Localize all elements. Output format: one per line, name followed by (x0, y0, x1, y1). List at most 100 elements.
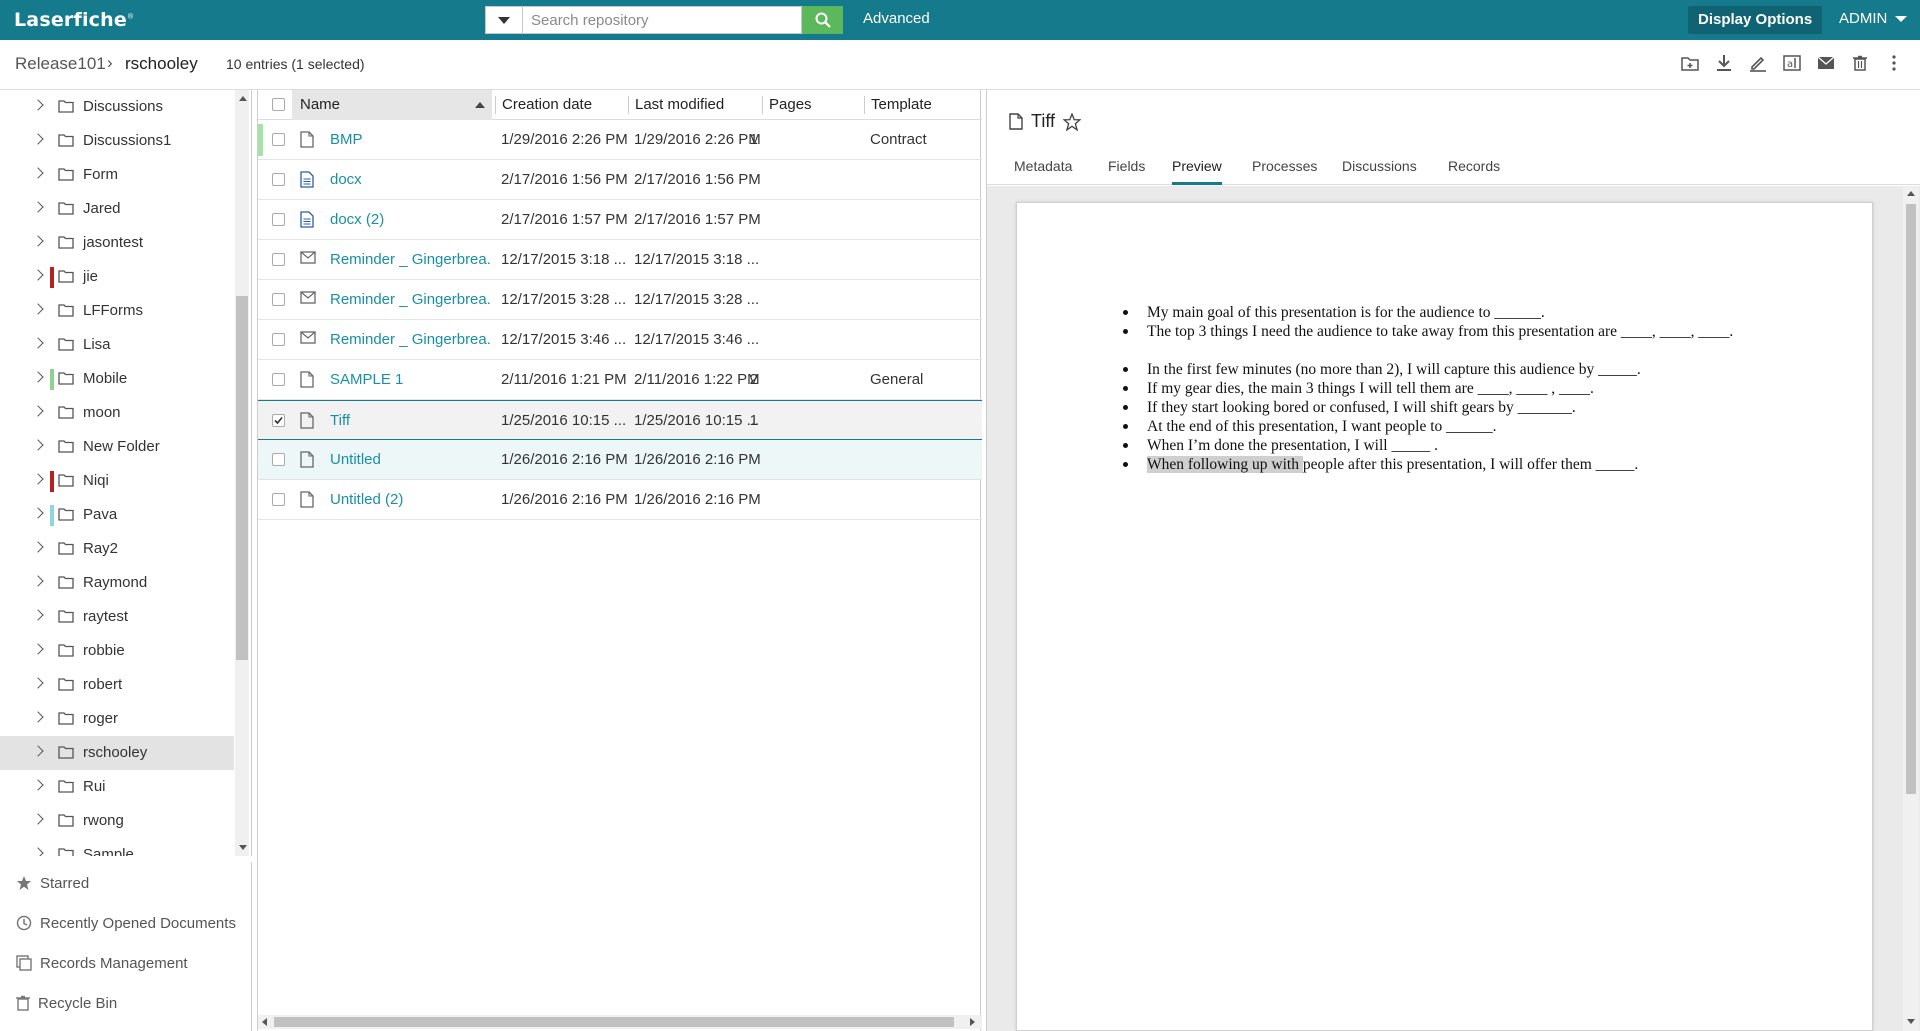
chevron-right-icon[interactable] (32, 303, 44, 315)
display-options-button[interactable]: Display Options (1688, 6, 1823, 34)
table-row[interactable]: Tiff 1/25/2016 10:15 ... 1/25/2016 10:15 .… (258, 400, 982, 440)
table-row[interactable]: Untitled (2) 1/26/2016 2:16 PM 1/26/2016 2… (258, 480, 982, 520)
table-row[interactable]: Reminder _ Gingerbrea... 12/17/2015 3:46 … (258, 320, 982, 360)
nav-starred[interactable]: Starred (16, 870, 89, 896)
scrollbar-thumb[interactable] (1906, 204, 1916, 794)
scrollbar-thumb[interactable] (236, 296, 248, 660)
entry-name-link[interactable]: Reminder _ Gingerbrea... (330, 291, 492, 308)
tree-item-robert[interactable]: robert (0, 668, 234, 702)
chevron-right-icon[interactable] (32, 235, 44, 247)
document-vscrollbar[interactable] (1903, 186, 1919, 1031)
tab-processes[interactable]: Processes (1252, 158, 1317, 185)
tree-item-raymond[interactable]: Raymond (0, 566, 234, 600)
breadcrumb-root[interactable]: Release101 (15, 54, 106, 74)
tree-item-lisa[interactable]: Lisa (0, 328, 234, 362)
laserfiche-logo[interactable]: Laserfiche® (14, 9, 134, 31)
tree-item-rui[interactable]: Rui (0, 770, 234, 804)
entry-name-link[interactable]: docx (330, 171, 492, 188)
chevron-right-icon[interactable] (32, 201, 44, 213)
row-checkbox[interactable] (272, 453, 285, 466)
tree-item-ray2[interactable]: Ray2 (0, 532, 234, 566)
highlighted-text[interactable]: When following up with (1147, 456, 1303, 473)
tree-item-jie[interactable]: jie (0, 260, 234, 294)
tree-item-discussions[interactable]: Discussions (0, 90, 234, 124)
tab-preview[interactable]: Preview (1172, 158, 1222, 185)
chevron-right-icon[interactable] (32, 609, 44, 621)
scroll-right-icon[interactable] (970, 1018, 975, 1026)
row-checkbox[interactable] (272, 253, 285, 266)
entry-name-link[interactable]: SAMPLE 1 (330, 371, 492, 388)
table-row[interactable]: Reminder _ Gingerbrea... 12/17/2015 3:28 … (258, 280, 982, 320)
tree-item-form[interactable]: Form (0, 158, 234, 192)
nav-recycle-bin[interactable]: Recycle Bin (16, 990, 117, 1016)
tree-item-niqi[interactable]: Niqi (0, 464, 234, 498)
entry-name-link[interactable]: BMP (330, 131, 492, 148)
select-all-checkbox[interactable] (272, 98, 285, 111)
table-row[interactable]: Reminder _ Gingerbrea... 12/17/2015 3:18 … (258, 240, 982, 280)
column-template[interactable]: Template (871, 90, 932, 120)
chevron-right-icon[interactable] (32, 133, 44, 145)
delete-icon[interactable] (1850, 52, 1870, 74)
tree-item-rschooley[interactable]: rschooley (0, 736, 234, 770)
scroll-down-icon[interactable] (1907, 1019, 1915, 1024)
chevron-right-icon[interactable] (32, 439, 44, 451)
chevron-right-icon[interactable] (32, 813, 44, 825)
tree-item-jasontest[interactable]: jasontest (0, 226, 234, 260)
nav-recently-opened[interactable]: Recently Opened Documents (16, 910, 236, 936)
entry-name-link[interactable]: Reminder _ Gingerbrea... (330, 331, 492, 348)
tree-item-sample[interactable]: Sample (0, 838, 234, 856)
file-list-hscrollbar[interactable] (258, 1015, 982, 1029)
column-creation-date[interactable]: Creation date (502, 90, 592, 120)
scrollbar-thumb[interactable] (274, 1017, 954, 1027)
nav-records-management[interactable]: Records Management (16, 950, 188, 976)
chevron-right-icon[interactable] (32, 405, 44, 417)
chevron-right-icon[interactable] (32, 337, 44, 349)
scroll-down-icon[interactable] (239, 845, 247, 850)
table-row[interactable]: docx (2) 2/17/2016 1:57 PM 2/17/2016 1:57 … (258, 200, 982, 240)
entry-name-link[interactable]: Tiff (330, 412, 492, 429)
chevron-right-icon[interactable] (32, 371, 44, 383)
row-checkbox[interactable] (272, 373, 285, 386)
tab-fields[interactable]: Fields (1108, 158, 1145, 185)
tree-item-robbie[interactable]: robbie (0, 634, 234, 668)
chevron-right-icon[interactable] (32, 269, 44, 281)
entry-name-link[interactable]: docx (2) (330, 211, 492, 228)
more-icon[interactable] (1884, 52, 1904, 74)
table-row[interactable]: Untitled 1/26/2016 2:16 PM 1/26/2016 2:16 … (258, 440, 982, 480)
text-icon[interactable]: a (1782, 52, 1802, 74)
tree-item-raytest[interactable]: raytest (0, 600, 234, 634)
column-name[interactable]: Name (292, 90, 492, 120)
chevron-right-icon[interactable] (32, 473, 44, 485)
chevron-right-icon[interactable] (32, 541, 44, 553)
tree-item-discussions1[interactable]: Discussions1 (0, 124, 234, 158)
table-row[interactable]: SAMPLE 1 2/11/2016 1:21 PM 2/11/2016 1:22 … (258, 360, 982, 400)
star-outline-icon[interactable] (1063, 112, 1082, 131)
entry-name-link[interactable]: Untitled (2) (330, 491, 492, 508)
scroll-up-icon[interactable] (1907, 191, 1915, 196)
row-checkbox[interactable] (272, 213, 285, 226)
chevron-right-icon[interactable] (32, 711, 44, 723)
chevron-right-icon[interactable] (32, 575, 44, 587)
row-checkbox[interactable] (272, 293, 285, 306)
download-icon[interactable] (1714, 52, 1734, 74)
row-checkbox[interactable] (272, 133, 285, 146)
tree-item-pava[interactable]: Pava (0, 498, 234, 532)
tree-item-lfforms[interactable]: LFForms (0, 294, 234, 328)
chevron-right-icon[interactable] (32, 643, 44, 655)
scroll-up-icon[interactable] (239, 96, 247, 101)
user-menu[interactable]: ADMIN (1839, 10, 1908, 27)
email-icon[interactable] (1816, 52, 1836, 74)
entry-name-link[interactable]: Untitled (330, 451, 492, 468)
tree-item-moon[interactable]: moon (0, 396, 234, 430)
row-checkbox[interactable] (272, 333, 285, 346)
new-folder-icon[interactable] (1680, 52, 1700, 74)
folder-tree-scrollbar[interactable] (235, 90, 249, 856)
chevron-right-icon[interactable] (32, 99, 44, 111)
advanced-search-link[interactable]: Advanced (863, 10, 930, 27)
chevron-right-icon[interactable] (32, 745, 44, 757)
sign-icon[interactable] (1748, 52, 1768, 74)
tab-discussions[interactable]: Discussions (1342, 158, 1417, 185)
row-checkbox[interactable] (272, 493, 285, 506)
chevron-right-icon[interactable] (32, 167, 44, 179)
tree-item-roger[interactable]: roger (0, 702, 234, 736)
